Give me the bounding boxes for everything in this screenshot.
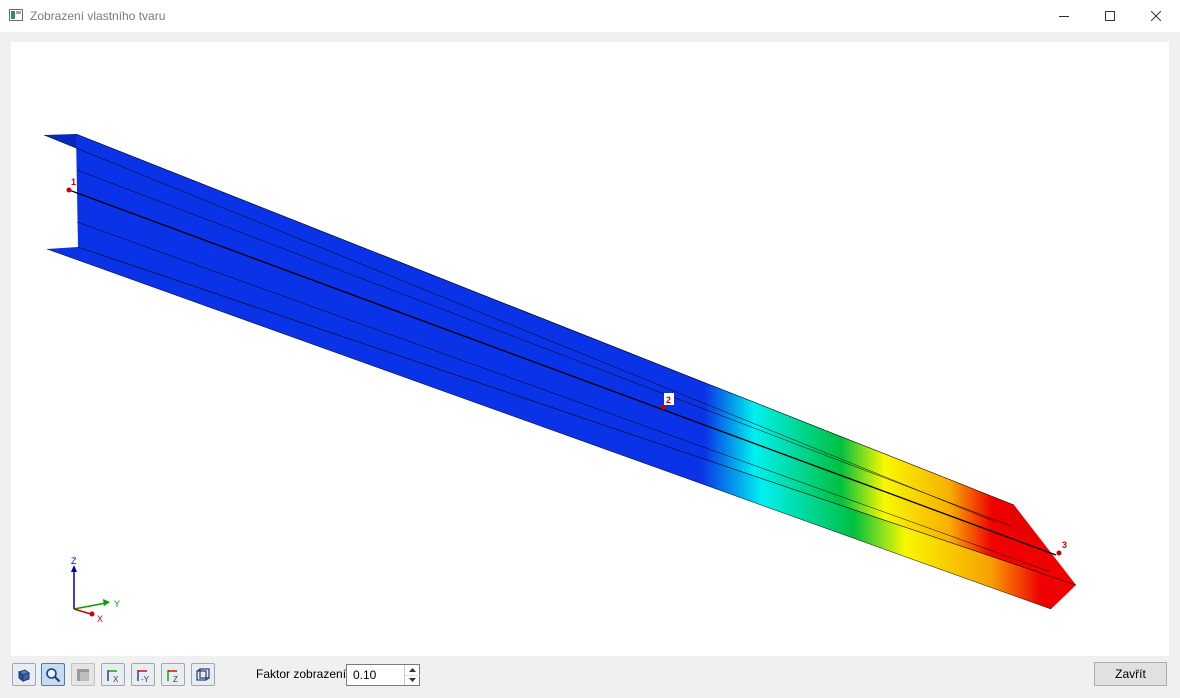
maximize-button[interactable] [1087, 0, 1133, 32]
axis-y-label: Y [114, 599, 120, 609]
node-1-marker[interactable] [66, 187, 72, 193]
node-3-label: 3 [1062, 540, 1067, 550]
view-iso-icon [17, 668, 31, 682]
node-1-label: 1 [71, 177, 76, 187]
axis-triad-icon: Z Y X [71, 556, 120, 624]
node-2-label: 2 [666, 395, 671, 405]
close-dialog-button[interactable]: Zavřít [1094, 662, 1167, 686]
zoom-button[interactable] [41, 663, 65, 686]
mode-shape-viewport[interactable]: 1 2 3 Z Y X [11, 42, 1169, 656]
window-app-icon [9, 9, 23, 21]
window-title: Zobrazení vlastního tvaru [30, 9, 166, 23]
factor-input[interactable] [347, 665, 403, 685]
spin-up-icon [409, 668, 416, 672]
node-2-marker[interactable] [660, 404, 666, 410]
spin-down-button[interactable] [405, 675, 420, 685]
view-x-icon: X [107, 669, 119, 683]
svg-text:-Y: -Y [141, 675, 150, 683]
view-minus-y-icon: -Y [137, 669, 150, 683]
beam-mode-shape-render: 1 2 3 Z Y X [43, 133, 1077, 624]
close-icon [1151, 11, 1161, 21]
view-z-icon: Z [167, 669, 178, 683]
beam-web [76, 134, 1076, 585]
zoom-icon [46, 667, 61, 682]
render-mode-button[interactable] [71, 663, 95, 686]
factor-spin-buttons [404, 665, 420, 685]
spin-down-icon [409, 678, 416, 682]
view-iso-button[interactable] [12, 663, 36, 686]
axis-z-label: Z [71, 556, 77, 566]
axis-x-label: X [97, 614, 103, 624]
view-z-button[interactable]: Z [161, 663, 185, 686]
svg-text:Z: Z [173, 675, 178, 683]
svg-text:X: X [113, 675, 119, 683]
title-bar: Zobrazení vlastního tvaru [0, 0, 1180, 32]
bottom-toolbar: X -Y Z Faktor zobrazení: 0.10 Zavřít [0, 658, 1180, 698]
node-3-marker[interactable] [1056, 550, 1062, 556]
minimize-button[interactable] [1041, 0, 1087, 32]
factor-spinbox[interactable] [346, 664, 420, 686]
close-button[interactable] [1133, 0, 1179, 32]
factor-label: Faktor zobrazení: [256, 667, 350, 681]
maximize-icon [1105, 11, 1115, 21]
bottom-flange [47, 247, 1076, 609]
view-3d-box-button[interactable] [191, 663, 215, 686]
view-3d-box-icon [196, 667, 210, 681]
minimize-icon [1059, 16, 1069, 17]
view-minus-y-button[interactable]: -Y [131, 663, 155, 686]
view-x-button[interactable]: X [101, 663, 125, 686]
render-mode-icon [77, 668, 89, 681]
